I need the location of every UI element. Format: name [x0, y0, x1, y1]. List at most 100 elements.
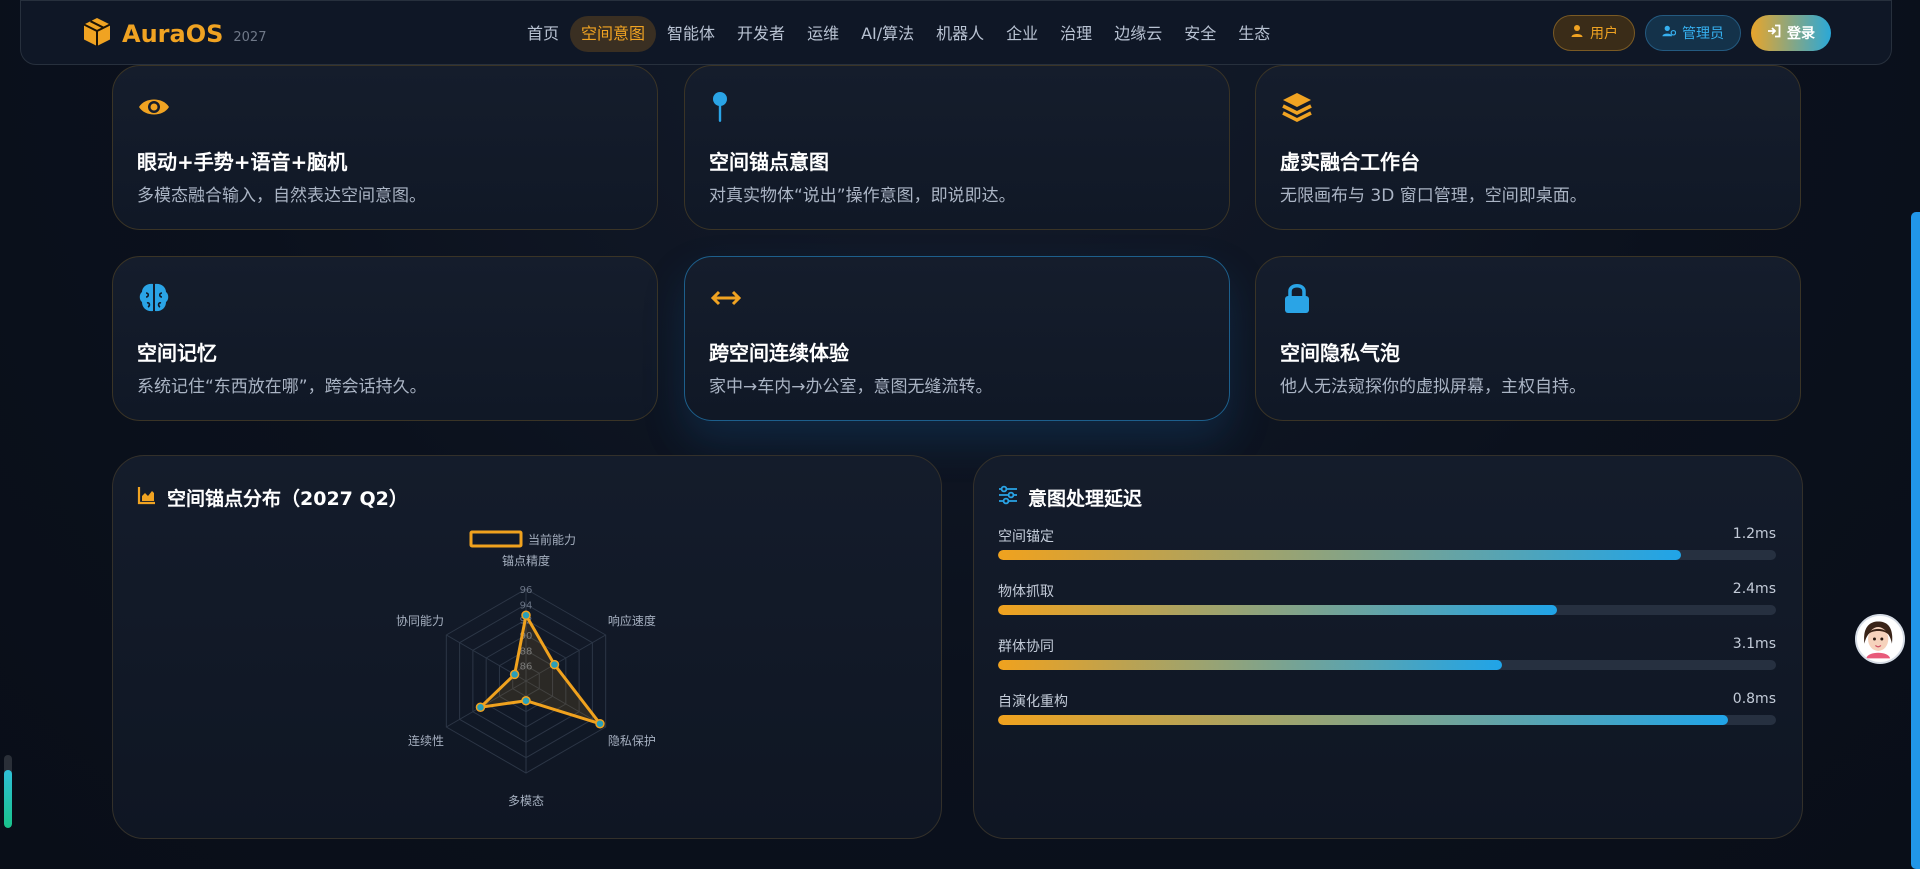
login-button[interactable]: 登录 [1751, 15, 1831, 51]
brand-logo[interactable]: AuraOS 2027 [81, 16, 266, 52]
latency-value: 2.4ms [1732, 581, 1776, 597]
level-indicator [4, 755, 12, 828]
radar-legend-label: 当前能力 [528, 532, 576, 547]
panel-title: 意图处理延迟 [998, 484, 1142, 511]
assistant-avatar-icon[interactable] [1855, 614, 1905, 664]
arrows-horizontal-icon [709, 281, 743, 315]
feature-desc: 无限画布与 3D 窗口管理，空间即桌面。 [1280, 186, 1587, 206]
nav-item[interactable]: 机器人 [925, 16, 995, 52]
latency-row: 物体抓取 2.4ms [998, 581, 1776, 615]
radar-tick-label: 94 [520, 600, 533, 611]
latency-label: 群体协同 [998, 639, 1054, 655]
cube-icon [81, 16, 113, 52]
nav-item[interactable]: 企业 [995, 16, 1049, 52]
latency-bar-track [998, 715, 1776, 725]
feature-title: 跨空间连续体验 [709, 341, 849, 365]
lock-icon [1280, 281, 1314, 315]
latency-bar-track [998, 660, 1776, 670]
radar-tick-label: 96 [520, 585, 533, 596]
feature-title: 虚实融合工作台 [1280, 150, 1420, 174]
sliders-icon [998, 485, 1018, 510]
nav-item[interactable]: 空间意图 [570, 16, 657, 52]
feature-desc: 家中→车内→办公室，意图无缝流转。 [709, 377, 993, 397]
nav-item[interactable]: 治理 [1049, 16, 1103, 52]
radar-legend-swatch [469, 530, 523, 548]
brand-name: AuraOS [122, 20, 224, 48]
nav-item[interactable]: 生态 [1227, 16, 1281, 52]
latency-bar-track [998, 605, 1776, 615]
feature-title: 空间记忆 [137, 341, 217, 365]
nav-item[interactable]: 首页 [516, 16, 570, 52]
latency-label: 物体抓取 [998, 584, 1054, 600]
radar-data-point [549, 659, 560, 670]
feature-card-spatial-memory[interactable]: 空间记忆 系统记住“东西放在哪”，跨会话持久。 [112, 256, 658, 421]
feature-card-privacy-bubble[interactable]: 空间隐私气泡 他人无法窥探你的虚拟屏幕，主权自持。 [1255, 256, 1801, 421]
latency-label: 空间锚定 [998, 529, 1054, 545]
area-chart-icon [137, 485, 157, 510]
feature-desc: 系统记住“东西放在哪”，跨会话持久。 [137, 377, 427, 397]
feature-desc: 他人无法窥探你的虚拟屏幕，主权自持。 [1280, 377, 1586, 397]
latency-bar-fill [998, 605, 1557, 615]
user-icon [1570, 24, 1584, 42]
feature-desc: 对真实物体“说出”操作意图，即说即达。 [709, 186, 1016, 206]
radar-panel-title: 空间锚点分布（2027 Q2） [167, 488, 408, 510]
latency-bar-track [998, 550, 1776, 560]
nav-actions: 用户 管理员 登录 [1553, 15, 1831, 51]
nav-item[interactable]: AI/算法 [850, 16, 925, 52]
admin-button-label: 管理员 [1682, 26, 1724, 42]
feature-card-workbench[interactable]: 虚实融合工作台 无限画布与 3D 窗口管理，空间即桌面。 [1255, 65, 1801, 230]
brand-year: 2027 [233, 30, 267, 45]
radar-data-point [595, 718, 605, 729]
feature-card-anchor-intent[interactable]: 空间锚点意图 对真实物体“说出”操作意图，即说即达。 [684, 65, 1230, 230]
latency-value: 0.8ms [1732, 691, 1776, 707]
nav-item[interactable]: 边缘云 [1103, 16, 1173, 52]
panel-title: 空间锚点分布（2027 Q2） [137, 484, 408, 511]
feature-title: 空间锚点意图 [709, 150, 829, 174]
map-pin-icon [709, 90, 743, 124]
latency-label: 自演化重构 [998, 694, 1068, 710]
user-button[interactable]: 用户 [1553, 15, 1635, 51]
top-navbar: AuraOS 2027 首页 空间意图 智能体 开发者 运维 AI/算法 机器人 企业 治理 边缘… [20, 0, 1892, 65]
radar-axis-label: 协同能力 [396, 613, 444, 628]
feature-card-cross-space[interactable]: 跨空间连续体验 家中→车内→办公室，意图无缝流转。 [684, 256, 1230, 421]
feature-card-multimodal[interactable]: 眼动+手势+语音+脑机 多模态融合输入，自然表达空间意图。 [112, 65, 658, 230]
nav-item[interactable]: 运维 [796, 16, 850, 52]
radar-axis-label: 响应速度 [608, 613, 656, 628]
latency-row: 自演化重构 0.8ms [998, 691, 1776, 725]
eye-icon [137, 90, 171, 124]
radar-axis-label: 锚点精度 [502, 553, 550, 568]
nav-item[interactable]: 开发者 [726, 16, 796, 52]
nav-item[interactable]: 智能体 [656, 16, 726, 52]
page-scrollbar[interactable] [1911, 212, 1920, 869]
radar-data-point [509, 669, 520, 680]
admin-icon [1662, 24, 1677, 42]
admin-button[interactable]: 管理员 [1645, 15, 1741, 51]
feature-title: 空间隐私气泡 [1280, 341, 1400, 365]
latency-row: 群体协同 3.1ms [998, 636, 1776, 670]
latency-bar-fill [998, 660, 1503, 670]
feature-title: 眼动+手势+语音+脑机 [137, 150, 348, 174]
login-button-label: 登录 [1787, 26, 1815, 42]
layers-icon [1280, 90, 1314, 124]
nav-item[interactable]: 安全 [1173, 16, 1227, 52]
login-icon [1767, 24, 1781, 42]
intent-latency-panel: 意图处理延迟 空间锚定 1.2ms 物体抓取 2.4ms 群体协同 3.1ms 自演化重构 0… [973, 455, 1803, 839]
latency-bar-fill [998, 550, 1682, 560]
user-button-label: 用户 [1590, 26, 1618, 42]
radar-chart: 969492908886锚点精度响应速度隐私保护多模态连续性协同能力当前能力 [113, 526, 943, 826]
main-menu: 首页 空间意图 智能体 开发者 运维 AI/算法 机器人 企业 治理 边缘云 安全 生态 [516, 16, 1281, 52]
latency-row: 空间锚定 1.2ms [998, 526, 1776, 560]
latency-bar-fill [998, 715, 1728, 725]
radar-data-point [521, 695, 531, 706]
brain-icon [137, 281, 171, 315]
latency-value: 3.1ms [1732, 636, 1776, 652]
radar-axis-label: 连续性 [408, 733, 444, 748]
feature-desc: 多模态融合输入，自然表达空间意图。 [137, 186, 426, 206]
radar-data-point [475, 702, 486, 713]
radar-data-point [521, 610, 531, 621]
radar-series-area [478, 613, 602, 726]
radar-chart-svg: 969492908886锚点精度响应速度隐私保护多模态连续性协同能力当前能力 [396, 530, 656, 808]
radar-axis-label: 隐私保护 [608, 734, 656, 748]
latency-value: 1.2ms [1732, 526, 1776, 542]
radar-axis-label: 多模态 [508, 794, 544, 808]
